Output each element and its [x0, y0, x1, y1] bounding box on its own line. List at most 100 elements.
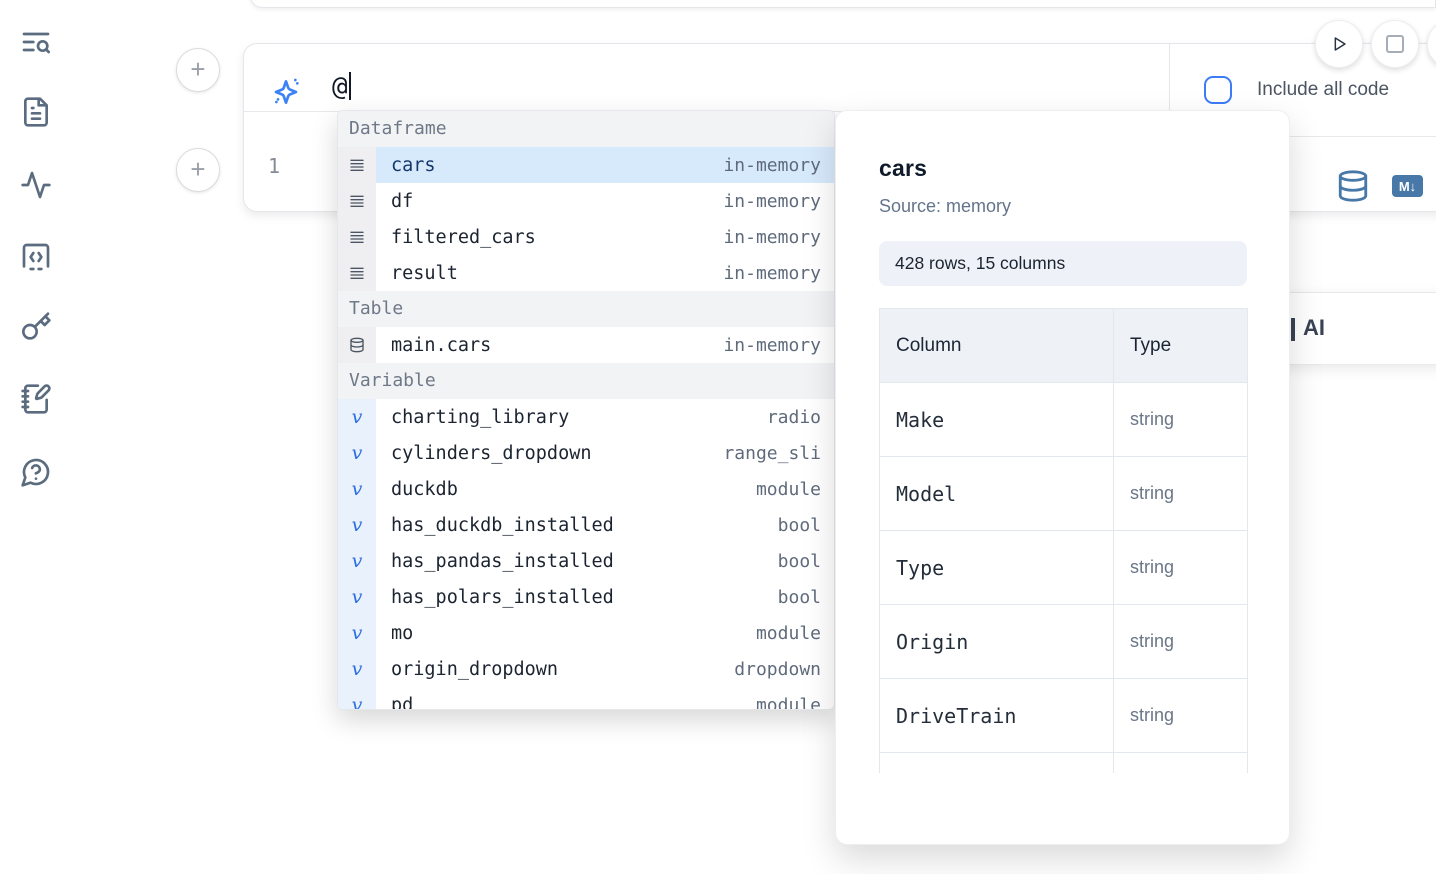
- markdown-icon[interactable]: M↓: [1392, 175, 1423, 197]
- schema-row: Typestring: [880, 531, 1248, 605]
- help-chat-icon[interactable]: [18, 454, 54, 490]
- variable-v-icon: v: [338, 507, 376, 543]
- text-caret: [349, 72, 351, 100]
- autocomplete-item[interactable]: vcylinders_dropdown range_sli: [338, 435, 834, 471]
- notebook-pen-icon[interactable]: [18, 381, 54, 417]
- autocomplete-section-header: Table: [338, 291, 834, 327]
- item-type: range_sli: [723, 443, 834, 464]
- autocomplete-item[interactable]: vhas_duckdb_installed bool: [338, 507, 834, 543]
- schema-column-name: Origin: [880, 605, 1114, 679]
- variable-v-icon: v: [338, 615, 376, 651]
- item-type: in-memory: [723, 191, 834, 212]
- rows-icon: [338, 255, 376, 291]
- autocomplete-section-header: Dataframe: [338, 111, 834, 147]
- autocomplete-item[interactable]: vorigin_dropdowndropdown: [338, 651, 834, 687]
- text-search-icon[interactable]: [18, 24, 54, 60]
- schema-column-type: string: [1114, 605, 1248, 679]
- include-all-code-checkbox[interactable]: [1204, 76, 1232, 104]
- autocomplete-popup: Dataframe cars in-memory df in-memory filtere…: [337, 110, 835, 710]
- shape-badge: 428 rows, 15 columns: [879, 241, 1247, 286]
- item-name: has_pandas_installed: [376, 551, 614, 572]
- item-type: in-memory: [723, 335, 834, 356]
- item-type: module: [756, 623, 834, 644]
- item-type: bool: [778, 551, 834, 572]
- variable-v-icon: v: [338, 435, 376, 471]
- preview-title: cars: [879, 155, 1246, 182]
- variable-v-icon: v: [338, 471, 376, 507]
- variable-v-icon: v: [338, 687, 376, 710]
- schema-column-type: string: [1114, 679, 1248, 753]
- typed-text: @: [332, 72, 348, 102]
- item-type: in-memory: [723, 263, 834, 284]
- item-name: filtered_cars: [376, 227, 536, 248]
- item-name: has_duckdb_installed: [376, 515, 614, 536]
- schema-header-row: ColumnType: [880, 309, 1248, 383]
- schema-row-clipped: [880, 753, 1248, 774]
- schema-row: Modelstring: [880, 457, 1248, 531]
- ai-card-label: AI: [1303, 315, 1325, 341]
- item-type: bool: [778, 515, 834, 536]
- file-document-icon[interactable]: [18, 94, 54, 130]
- item-name: charting_library: [376, 407, 569, 428]
- previous-cell-bottom-edge: [250, 0, 1436, 8]
- item-name: result: [376, 263, 458, 284]
- variable-v-icon: v: [338, 651, 376, 687]
- autocomplete-item[interactable]: vduckdbmodule: [338, 471, 834, 507]
- autocomplete-item[interactable]: vhas_polars_installedbool: [338, 579, 834, 615]
- autocomplete-item[interactable]: cars in-memory: [338, 147, 834, 183]
- item-name: cylinders_dropdown: [376, 443, 591, 464]
- ai-prompt-input[interactable]: @: [332, 72, 351, 102]
- schema-table: ColumnTypeMakestringModelstringTypestrin…: [879, 308, 1248, 773]
- dataframe-preview-panel: cars Source: memory 428 rows, 15 columns…: [835, 110, 1290, 845]
- autocomplete-item[interactable]: result in-memory: [338, 255, 834, 291]
- schema-column-name: DriveTrain: [880, 679, 1114, 753]
- include-all-code-label: Include all code: [1257, 79, 1389, 101]
- item-type: module: [756, 695, 834, 711]
- schema-header-column: Column: [880, 309, 1114, 383]
- schema-row: Makestring: [880, 383, 1248, 457]
- variable-v-icon: v: [338, 543, 376, 579]
- add-cell-button-bottom[interactable]: +: [176, 148, 220, 192]
- stop-button[interactable]: [1371, 20, 1419, 68]
- key-icon[interactable]: [18, 309, 54, 345]
- run-cell-button[interactable]: [1315, 20, 1363, 68]
- autocomplete-item[interactable]: vcharting_libraryradio: [338, 399, 834, 435]
- item-name: df: [376, 191, 413, 212]
- item-type: in-memory: [723, 155, 834, 176]
- item-type: radio: [767, 407, 834, 428]
- preview-source: Source: memory: [879, 196, 1246, 217]
- item-name: cars: [376, 155, 436, 176]
- code-square-icon[interactable]: [18, 239, 54, 275]
- include-all-code-row: Include all code: [1204, 76, 1389, 104]
- marimo-notebook-app: @ Include all code 1 M↓ + + AI Dataframe…: [0, 0, 1436, 874]
- schema-column-name: Model: [880, 457, 1114, 531]
- database-icon[interactable]: [1336, 169, 1370, 203]
- item-name: main.cars: [376, 335, 491, 356]
- activity-icon[interactable]: [18, 167, 54, 203]
- rows-icon: [338, 219, 376, 255]
- ai-sparkles-icon: [270, 76, 302, 108]
- item-name: origin_dropdown: [376, 659, 558, 680]
- autocomplete-item[interactable]: filtered_carsin-memory: [338, 219, 834, 255]
- schema-row: Originstring: [880, 605, 1248, 679]
- add-cell-button-top[interactable]: +: [176, 48, 220, 92]
- database-icon: [338, 327, 376, 363]
- autocomplete-item[interactable]: vpdmodule: [338, 687, 834, 710]
- stop-icon: [1386, 35, 1404, 53]
- autocomplete-item[interactable]: vhas_pandas_installed bool: [338, 543, 834, 579]
- autocomplete-item[interactable]: df in-memory: [338, 183, 834, 219]
- autocomplete-item[interactable]: main.cars in-memory: [338, 327, 834, 363]
- variable-v-icon: v: [338, 579, 376, 615]
- rows-icon: [338, 147, 376, 183]
- autocomplete-list: Dataframe cars in-memory df in-memory filtere…: [338, 111, 834, 710]
- schema-row: DriveTrainstring: [880, 679, 1248, 753]
- clipped-letter-glyph: [1291, 318, 1295, 341]
- schema-header-type: Type: [1114, 309, 1248, 383]
- left-sidebar: [0, 0, 72, 874]
- autocomplete-item[interactable]: vmo module: [338, 615, 834, 651]
- item-name: mo: [376, 623, 413, 644]
- schema-column-type: string: [1114, 531, 1248, 605]
- item-name: has_polars_installed: [376, 587, 614, 608]
- schema-column-type: string: [1114, 457, 1248, 531]
- schema-table-wrap[interactable]: ColumnTypeMakestringModelstringTypestrin…: [879, 308, 1248, 773]
